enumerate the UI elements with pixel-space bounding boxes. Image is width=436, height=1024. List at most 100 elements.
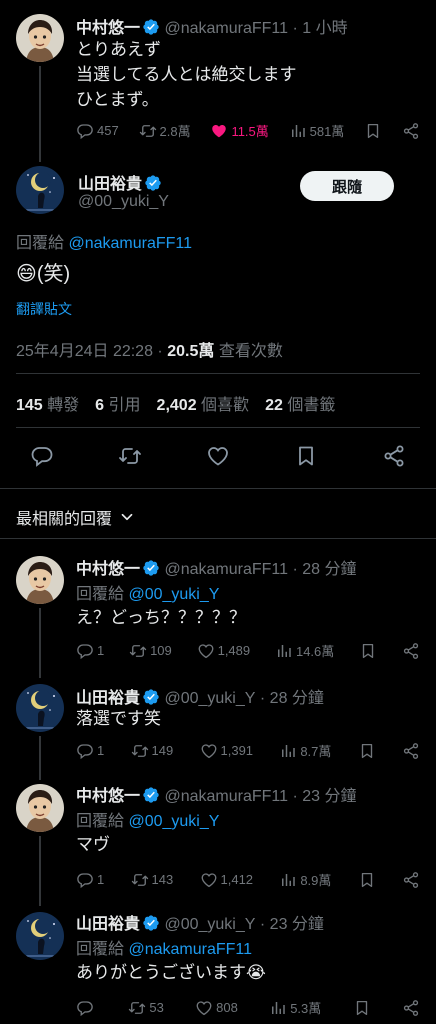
- bookmark-icon: [364, 122, 382, 140]
- verified-icon: [142, 786, 160, 804]
- retweet-count: 2.8萬: [159, 124, 191, 139]
- share-button[interactable]: [402, 999, 420, 1017]
- heart-icon: [206, 444, 230, 468]
- views-button[interactable]: 8.7萬: [279, 741, 331, 760]
- author-name[interactable]: 山田裕貴: [76, 916, 140, 933]
- retweet-button[interactable]: 149: [131, 742, 173, 760]
- author-handle[interactable]: @nakamuraFF11: [164, 561, 288, 578]
- sort-label: 最相關的回覆: [16, 511, 113, 528]
- reply-button[interactable]: 457: [76, 122, 119, 140]
- views-button[interactable]: 14.6萬: [275, 641, 334, 660]
- heart-icon: [200, 871, 218, 889]
- reply-header: 山田裕貴 @00_yuki_Y · 28 分鐘: [76, 684, 324, 708]
- like-button[interactable]: 1,412: [200, 871, 253, 889]
- share-button[interactable]: [382, 444, 406, 473]
- bookmark-button[interactable]: [364, 122, 382, 140]
- bookmark-button[interactable]: [358, 871, 376, 889]
- author-name[interactable]: 山田裕貴: [76, 690, 140, 707]
- author-handle[interactable]: @nakamuraFF11: [164, 788, 288, 805]
- reply-to-handle[interactable]: @00_yuki_Y: [128, 813, 219, 830]
- retweet-icon: [131, 742, 149, 760]
- heart-icon: [195, 999, 213, 1017]
- reply-button[interactable]: 1: [76, 742, 104, 760]
- tweet-text: ありがとうございます😭: [76, 963, 266, 982]
- retweet-button[interactable]: 2.8萬: [139, 121, 191, 140]
- tweet-meta: 25年4月24日 22:28 · 20.5萬 查看次數: [16, 337, 283, 361]
- author-handle[interactable]: @00_yuki_Y: [164, 916, 255, 933]
- tweet-time[interactable]: · 1 小時: [292, 20, 347, 37]
- author-handle[interactable]: @00_yuki_Y: [78, 193, 169, 211]
- author-name[interactable]: 中村悠一: [76, 20, 140, 37]
- bookmark-button[interactable]: [294, 444, 318, 473]
- reply-button[interactable]: 1: [76, 642, 104, 660]
- reply-header: 中村悠一 @nakamuraFF11 · 23 分鐘: [76, 782, 357, 806]
- author-name[interactable]: 山田裕貴: [78, 176, 142, 193]
- sort-replies-dropdown[interactable]: 最相關的回覆: [16, 505, 136, 529]
- retweet-button[interactable]: 143: [131, 871, 173, 889]
- share-icon: [402, 999, 420, 1017]
- avatar[interactable]: [16, 166, 64, 214]
- views-button[interactable]: 8.9萬: [279, 870, 331, 889]
- share-icon: [382, 444, 406, 468]
- like-button[interactable]: 808: [195, 999, 238, 1017]
- retweet-button[interactable]: 53: [128, 999, 164, 1017]
- thread-line: [39, 836, 41, 906]
- reply-to-handle[interactable]: @00_yuki_Y: [128, 586, 219, 603]
- grin-emoji: 😄: [16, 263, 37, 285]
- reply-button[interactable]: 1: [76, 871, 104, 889]
- retweets-stat[interactable]: 145 轉發: [16, 391, 79, 415]
- tweet-time[interactable]: · 28 分鐘: [292, 561, 356, 578]
- author-name[interactable]: 中村悠一: [76, 788, 140, 805]
- tweet-text: え？どっち？？？？？: [76, 608, 246, 627]
- bookmark-icon: [353, 999, 371, 1017]
- share-button[interactable]: [402, 871, 420, 889]
- reply-icon: [76, 122, 94, 140]
- tweet-time[interactable]: · 23 分鐘: [292, 788, 356, 805]
- author-handle[interactable]: @00_yuki_Y: [164, 690, 255, 707]
- like-count: 11.5萬: [231, 124, 269, 139]
- retweet-button[interactable]: 109: [129, 642, 172, 660]
- share-button[interactable]: [402, 642, 420, 660]
- avatar[interactable]: [16, 14, 64, 62]
- reply-icon: [76, 742, 94, 760]
- avatar[interactable]: [16, 784, 64, 832]
- follow-button[interactable]: 跟隨: [300, 171, 394, 201]
- avatar[interactable]: [16, 556, 64, 604]
- bookmark-button[interactable]: [359, 642, 377, 660]
- author-handle[interactable]: @nakamuraFF11: [164, 20, 288, 37]
- bookmarks-stat[interactable]: 22 個書籤: [265, 391, 335, 415]
- share-button[interactable]: [402, 122, 420, 140]
- reply-to-handle[interactable]: @nakamuraFF11: [68, 235, 192, 252]
- reply-button[interactable]: [30, 444, 54, 473]
- thread-line: [39, 608, 41, 678]
- main-tweet-text: 😄(笑): [16, 260, 70, 288]
- views-label: 查看次數: [218, 343, 283, 360]
- views-icon: [275, 642, 293, 660]
- retweet-button[interactable]: [118, 444, 142, 473]
- tweet-actions: 53 808 5.3萬: [76, 998, 420, 1017]
- bookmark-button[interactable]: [353, 999, 371, 1017]
- like-button[interactable]: 11.5萬: [210, 121, 269, 140]
- like-button[interactable]: 1,391: [200, 742, 253, 760]
- tweet-datetime[interactable]: 25年4月24日 22:28 ·: [16, 343, 163, 360]
- views-button[interactable]: 5.3萬: [269, 998, 321, 1017]
- tweet-time[interactable]: · 23 分鐘: [260, 916, 324, 933]
- retweet-icon: [129, 642, 147, 660]
- author-name[interactable]: 中村悠一: [76, 561, 140, 578]
- bookmark-button[interactable]: [358, 742, 376, 760]
- like-button[interactable]: [206, 444, 230, 473]
- translate-link[interactable]: 翻譯貼文: [16, 299, 72, 319]
- share-button[interactable]: [402, 742, 420, 760]
- like-button[interactable]: 1,489: [197, 642, 250, 660]
- views-button[interactable]: 581萬: [289, 121, 344, 140]
- views-icon: [279, 742, 297, 760]
- reply-to-handle[interactable]: @nakamuraFF11: [128, 941, 252, 958]
- avatar[interactable]: [16, 912, 64, 960]
- likes-stat[interactable]: 2,402 個喜歡: [157, 391, 250, 415]
- reply-button[interactable]: [76, 999, 97, 1017]
- avatar[interactable]: [16, 684, 64, 732]
- reply-icon: [76, 871, 94, 889]
- quotes-stat[interactable]: 6 引用: [95, 391, 140, 415]
- tweet-time[interactable]: · 28 分鐘: [260, 690, 324, 707]
- views-icon: [269, 999, 287, 1017]
